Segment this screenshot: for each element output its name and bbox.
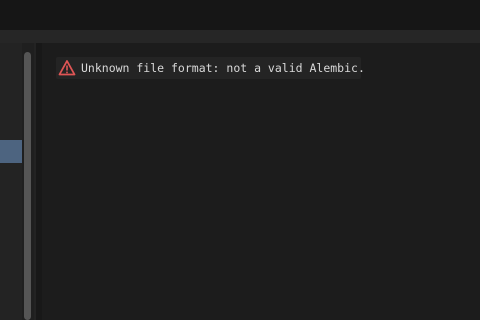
warning-triangle-icon [58,59,76,77]
top-bar [0,0,480,30]
content-area [42,43,480,320]
sidebar-selected-item[interactable] [0,140,22,163]
header-strip [0,30,480,43]
error-message-text: Unknown file format: not a valid Alembic… [81,61,365,75]
sidebar-scrollbar-thumb[interactable] [24,52,31,320]
error-message-banner: Unknown file format: not a valid Alembic… [56,57,365,79]
app-window: Unknown file format: not a valid Alembic… [0,0,480,320]
